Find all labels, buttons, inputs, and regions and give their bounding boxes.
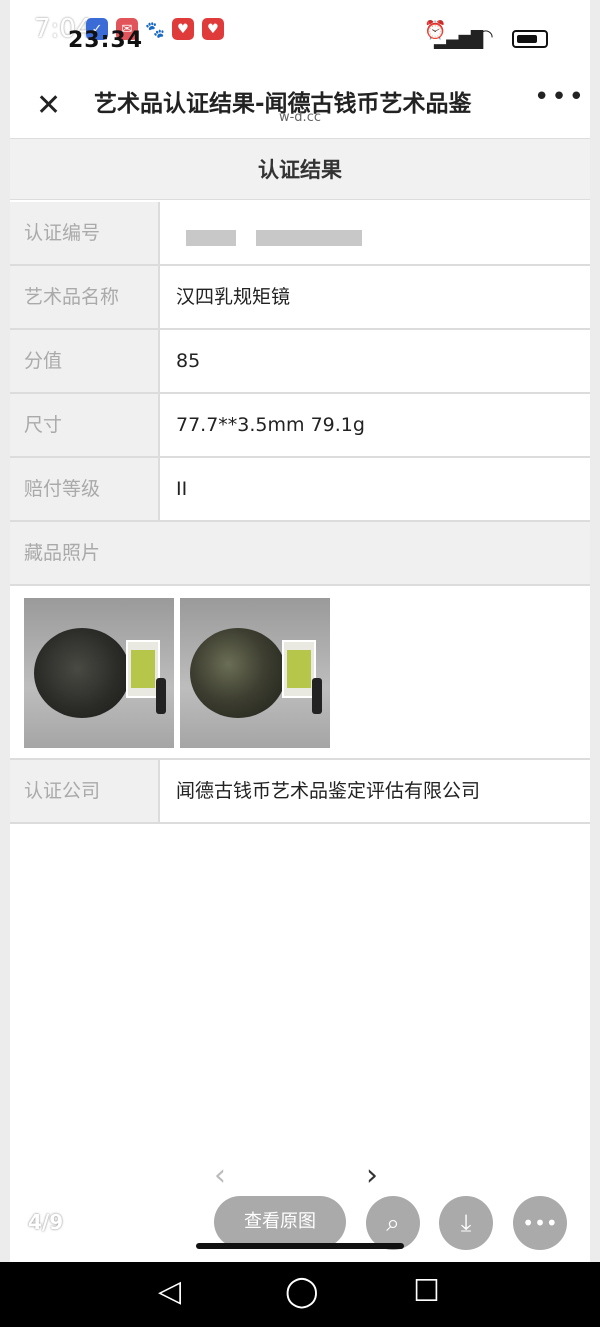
- page-time: 23:34: [68, 28, 144, 53]
- android-nav-bar: ◁ ◯ ☐: [0, 1262, 600, 1327]
- field-label: 尺寸: [10, 394, 160, 456]
- field-label: 认证编号: [10, 202, 160, 264]
- certificate-tag-image: [282, 640, 316, 698]
- back-icon[interactable]: ◁: [158, 1274, 181, 1309]
- field-value: II: [176, 478, 188, 500]
- table-row: 尺寸 77.7**3.5mm 79.1g: [10, 394, 590, 458]
- certificate-tag-image: [126, 640, 160, 698]
- paw-notification-icon: 🐾: [144, 18, 166, 40]
- photo-gallery: [10, 586, 590, 760]
- recents-icon[interactable]: ☐: [413, 1274, 440, 1309]
- cable-image: [312, 678, 322, 714]
- home-icon[interactable]: ◯: [285, 1274, 319, 1309]
- view-original-button[interactable]: 查看原图: [214, 1196, 346, 1248]
- field-value: 85: [176, 350, 201, 372]
- status-bar: 7:04 ✓ ✉ 🐾 ♥ ♥ 23:34 ⏰ ▂▄▆█ ◠: [0, 0, 600, 60]
- field-value: 77.7**3.5mm 79.1g: [176, 414, 365, 436]
- bronze-mirror-image: [190, 628, 286, 718]
- home-indicator: [196, 1243, 404, 1249]
- page-indicator: 4/9: [28, 1210, 64, 1234]
- table-row: 赔付等级 II: [10, 458, 590, 522]
- collection-photo[interactable]: [24, 598, 174, 748]
- more-icon[interactable]: •••: [534, 82, 586, 112]
- field-value: 汉四乳规矩镜: [176, 286, 291, 308]
- collection-photo[interactable]: [180, 598, 330, 748]
- section-title: 认证结果: [10, 138, 590, 200]
- photos-label: 藏品照片: [10, 522, 590, 586]
- field-label: 认证公司: [10, 760, 160, 822]
- redacted-block: [186, 230, 236, 246]
- title-bar: ✕ 艺术品认证结果-闻德古钱币艺术品鉴 w-d.cc •••: [0, 64, 600, 136]
- field-label: 艺术品名称: [10, 266, 160, 328]
- chevron-left-icon[interactable]: ‹: [214, 1158, 226, 1193]
- signal-icon: ▂▄▆█: [434, 30, 484, 49]
- wifi-icon: ◠: [478, 26, 494, 47]
- result-table: 认证编号 艺术品名称 汉四乳规矩镜 分值 85 尺寸 77.7**3.5mm 7…: [10, 202, 590, 824]
- cable-image: [156, 678, 166, 714]
- scan-icon[interactable]: ⌕: [366, 1196, 420, 1250]
- ellipsis-icon[interactable]: •••: [513, 1196, 567, 1250]
- table-row: 认证公司 闻德古钱币艺术品鉴定评估有限公司: [10, 760, 590, 824]
- battery-icon: [512, 30, 548, 48]
- field-label: 赔付等级: [10, 458, 160, 520]
- field-label: 分值: [10, 330, 160, 392]
- table-row: 分值 85: [10, 330, 590, 394]
- field-value: 闻德古钱币艺术品鉴定评估有限公司: [176, 780, 481, 802]
- redacted-block: [256, 230, 362, 246]
- table-row: 艺术品名称 汉四乳规矩镜: [10, 266, 590, 330]
- app-notification-icon-2: ♥: [202, 18, 224, 40]
- download-icon[interactable]: ⤓: [439, 1196, 493, 1250]
- page-domain: w-d.cc: [278, 110, 321, 125]
- chevron-right-icon[interactable]: ›: [366, 1158, 378, 1193]
- bronze-mirror-image: [34, 628, 130, 718]
- app-notification-icon: ♥: [172, 18, 194, 40]
